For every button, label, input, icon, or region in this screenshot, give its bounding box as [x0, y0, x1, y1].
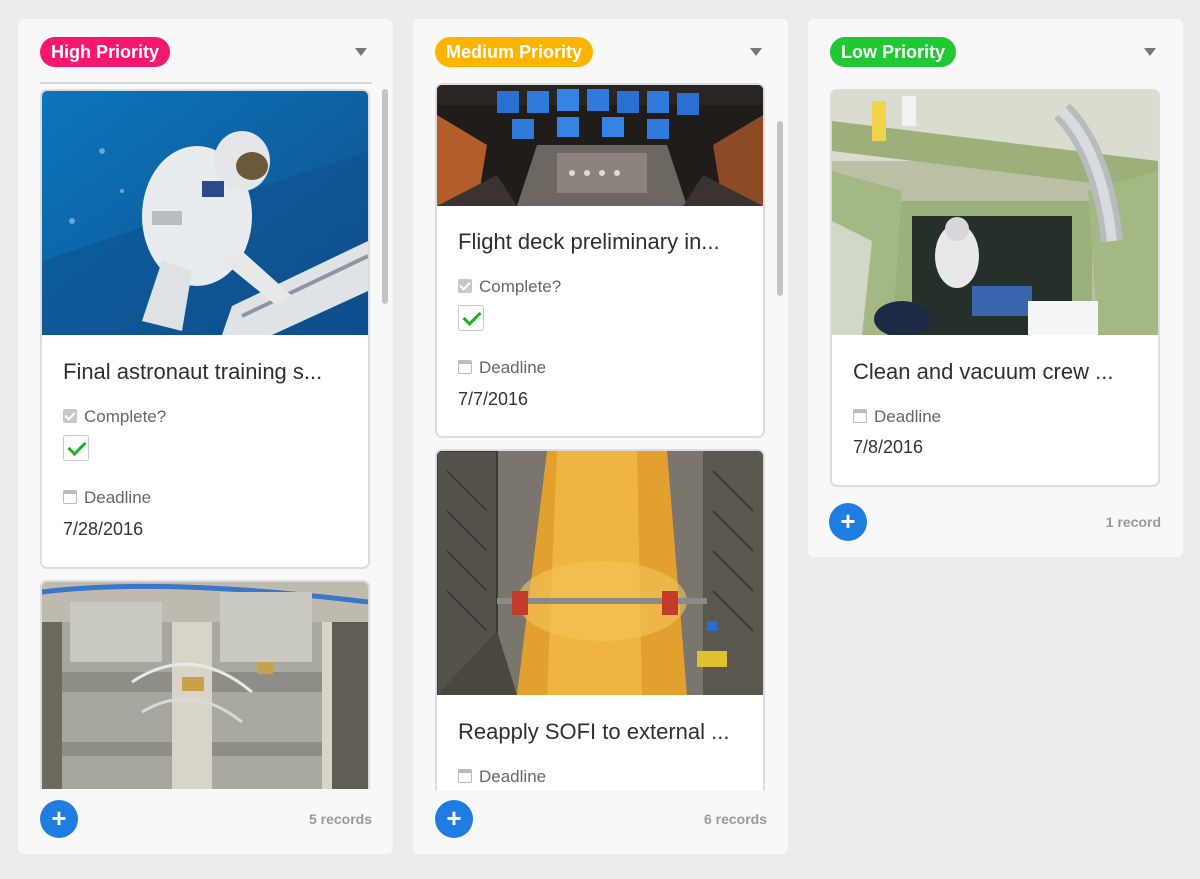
stack-medium-priority: Medium Priority Flight deck preliminary …	[413, 19, 788, 854]
card-image	[832, 91, 1158, 335]
stack-low-priority: Low Priority Clean and vacuum crew ... D…	[808, 19, 1183, 557]
card-list[interactable]: Final astronaut training s... Complete? …	[40, 89, 392, 789]
card-title: Clean and vacuum crew ...	[853, 359, 1114, 384]
scrollbar[interactable]	[777, 121, 783, 296]
stack-header: Low Priority	[808, 19, 1183, 89]
stack-badge-low-priority[interactable]: Low Priority	[830, 37, 957, 67]
card-image	[437, 451, 763, 695]
card-image	[42, 582, 368, 789]
card-title: Final astronaut training s...	[63, 359, 323, 384]
complete-checkbox[interactable]	[458, 305, 484, 331]
calendar-field-icon	[853, 409, 867, 423]
field-label-deadline: Deadline	[458, 358, 546, 378]
complete-checkbox[interactable]	[63, 435, 89, 461]
field-label-deadline: Deadline	[458, 767, 546, 787]
card-image	[42, 91, 368, 335]
card-image	[437, 85, 763, 206]
card-list[interactable]: Clean and vacuum crew ... Deadline 7/8/2…	[830, 89, 1162, 489]
field-label-complete: Complete?	[458, 277, 561, 297]
deadline-value: 7/8/2016	[853, 437, 924, 457]
calendar-field-icon	[458, 769, 472, 783]
chevron-down-icon[interactable]	[1144, 48, 1156, 56]
stack-header: Medium Priority	[413, 19, 788, 89]
record-card[interactable]: Final astronaut training s... Complete? …	[40, 89, 370, 569]
record-card[interactable]	[40, 580, 370, 789]
calendar-field-icon	[458, 360, 472, 374]
checkbox-field-icon	[63, 409, 77, 423]
field-label-deadline: Deadline	[63, 488, 151, 508]
record-count: 6 records	[703, 811, 767, 827]
scrollbar[interactable]	[382, 89, 388, 304]
stack-high-priority: High Priority Final astronaut training s…	[18, 19, 393, 854]
record-card[interactable]: Clean and vacuum crew ... Deadline 7/8/2…	[830, 89, 1160, 487]
field-label-deadline: Deadline	[853, 407, 941, 427]
card-title: Reapply SOFI to external ...	[458, 719, 730, 744]
chevron-down-icon[interactable]	[355, 48, 367, 56]
record-card[interactable]: Flight deck preliminary in... Complete? …	[435, 83, 765, 438]
card-list[interactable]: Flight deck preliminary in... Complete? …	[435, 83, 787, 791]
record-count: 5 records	[308, 811, 372, 827]
card-title: Flight deck preliminary in...	[458, 229, 720, 254]
stack-header: High Priority	[18, 19, 393, 89]
checkbox-field-icon	[458, 279, 472, 293]
chevron-down-icon[interactable]	[750, 48, 762, 56]
add-record-button[interactable]: +	[829, 503, 867, 541]
add-record-button[interactable]: +	[435, 800, 473, 838]
deadline-value: 7/7/2016	[458, 389, 529, 409]
record-count: 1 record	[1105, 514, 1161, 530]
calendar-field-icon	[63, 490, 77, 504]
record-card[interactable]: Reapply SOFI to external ... Deadline	[435, 449, 765, 791]
add-record-button[interactable]: +	[40, 800, 78, 838]
deadline-value: 7/28/2016	[63, 519, 144, 539]
stack-badge-high-priority[interactable]: High Priority	[40, 37, 171, 67]
field-label-complete: Complete?	[63, 407, 166, 427]
stack-badge-medium-priority[interactable]: Medium Priority	[435, 37, 594, 67]
stack-divider	[40, 82, 372, 84]
